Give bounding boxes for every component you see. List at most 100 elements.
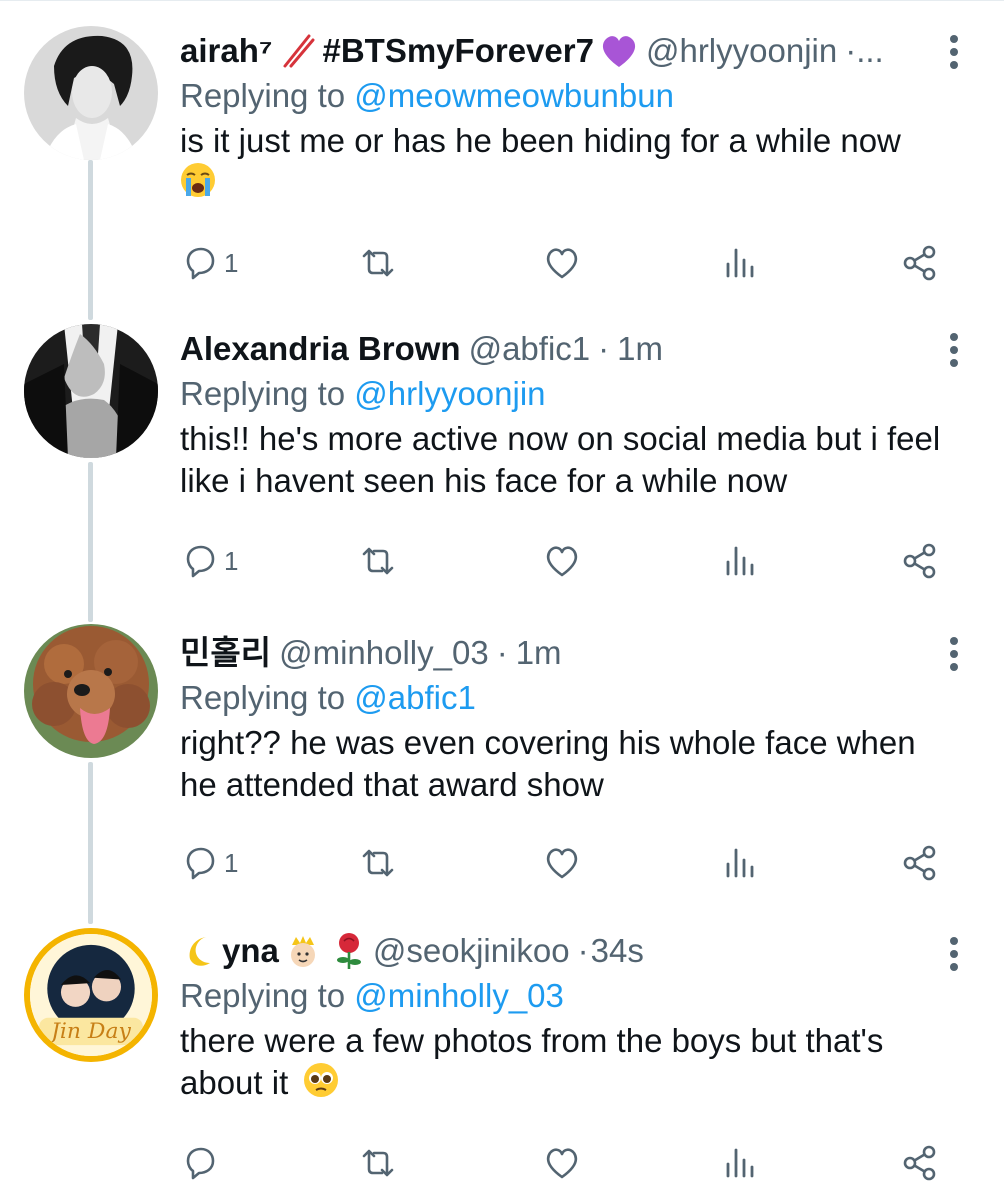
- like-button[interactable]: [542, 238, 582, 288]
- share-button[interactable]: [900, 238, 940, 288]
- tweet-text: this!! he's more active now on social me…: [180, 420, 941, 499]
- reply-count: 1: [224, 847, 239, 878]
- display-name[interactable]: airah⁷: [180, 28, 273, 74]
- heart-icon: [546, 1148, 578, 1179]
- tweet[interactable]: Jin Day yna @seokjinikoo · 34s Replying …: [0, 902, 1004, 1200]
- replying-to: Replying to @hrlyyoonjin: [180, 372, 949, 416]
- tweet-actions: [180, 1138, 970, 1188]
- replying-prefix: Replying to: [180, 977, 346, 1014]
- display-name[interactable]: yna: [222, 928, 279, 974]
- display-name-hashtag: #BTSmyForever7: [322, 32, 594, 69]
- tweet-actions: 1: [180, 238, 970, 288]
- like-button[interactable]: [542, 536, 582, 586]
- reply-button[interactable]: 1: [180, 838, 238, 888]
- crescent-moon-icon: [180, 933, 216, 969]
- display-name[interactable]: 민홀리: [180, 630, 271, 676]
- analytics-button[interactable]: [720, 536, 760, 586]
- heart-icon: [546, 848, 578, 879]
- reply-button[interactable]: 1: [180, 238, 238, 288]
- tweet-header: Alexandria Brown @abfic1 · 1m: [180, 326, 949, 372]
- retweet-icon: [362, 547, 394, 575]
- share-icon: [903, 245, 936, 281]
- retweet-icon: [362, 849, 394, 877]
- reply-count: 1: [224, 247, 239, 278]
- replying-to: Replying to @meowmeowbunbun: [180, 74, 949, 118]
- tweet-header: yna @seokjinikoo · 34s: [180, 928, 949, 974]
- separator-dot: ·: [496, 634, 508, 671]
- share-icon: [903, 543, 936, 579]
- replying-to-mention[interactable]: @minholly_03: [354, 977, 564, 1014]
- handle[interactable]: @hrlyyoonjin: [646, 28, 837, 74]
- tweet[interactable]: 민홀리 @minholly_03 · 1m Replying to @abfic…: [0, 600, 1004, 902]
- more-options-button[interactable]: [942, 634, 966, 674]
- more-options-button[interactable]: [942, 330, 966, 370]
- tweet[interactable]: Alexandria Brown @abfic1 · 1m Replying t…: [0, 300, 1004, 600]
- tweet-header: 민홀리 @minholly_03 · 1m: [180, 630, 949, 676]
- more-options-button[interactable]: [942, 32, 966, 72]
- tweet-actions: 1: [180, 536, 970, 586]
- retweet-button[interactable]: [358, 1138, 398, 1188]
- share-button[interactable]: [900, 1138, 940, 1188]
- tweet-text-body: is it just me or has he been hiding for …: [180, 122, 901, 159]
- reply-count: 1: [224, 545, 239, 576]
- replying-to-mention[interactable]: @hrlyyoonjin: [354, 375, 545, 412]
- separator-dot: ·: [598, 330, 610, 367]
- retweet-button[interactable]: [358, 838, 398, 888]
- avatar-image: [24, 324, 158, 458]
- heart-icon: [546, 248, 578, 279]
- analytics-icon: [726, 1148, 754, 1178]
- more-options-button[interactable]: [942, 934, 966, 974]
- replying-to-mention[interactable]: @meowmeowbunbun: [354, 77, 674, 114]
- like-button[interactable]: [542, 1138, 582, 1188]
- reply-icon: [186, 1147, 215, 1180]
- timestamp: 34s: [590, 932, 644, 969]
- replying-to: Replying to @minholly_03: [180, 974, 949, 1018]
- timestamp: ·...: [845, 32, 884, 69]
- rose-emoji: [333, 932, 365, 970]
- timestamp: 1m: [617, 330, 663, 367]
- analytics-button[interactable]: [720, 238, 760, 288]
- reply-button[interactable]: [180, 1138, 224, 1188]
- analytics-icon: [726, 546, 754, 576]
- replying-prefix: Replying to: [180, 77, 346, 114]
- retweet-icon: [362, 249, 394, 277]
- avatar[interactable]: [24, 324, 158, 458]
- replying-prefix: Replying to: [180, 679, 346, 716]
- replying-prefix: Replying to: [180, 375, 346, 412]
- purple-heart-icon: [600, 33, 638, 69]
- tweet-text-body: there were a few photos from the boys bu…: [180, 1022, 884, 1101]
- reply-button[interactable]: 1: [180, 536, 238, 586]
- separator-dot: ·: [577, 932, 589, 969]
- pleading-face-emoji: [303, 1062, 339, 1108]
- share-button[interactable]: [900, 838, 940, 888]
- like-button[interactable]: [542, 838, 582, 888]
- analytics-button[interactable]: [720, 838, 760, 888]
- reply-icon: [186, 247, 215, 280]
- retweet-icon: [362, 1149, 394, 1177]
- avatar-image: Jin Day: [30, 934, 152, 1056]
- avatar[interactable]: [24, 26, 158, 160]
- tweet[interactable]: airah⁷ #BTSmyForever7 @hrlyyoonjin ·... …: [0, 0, 1004, 300]
- reply-icon: [186, 545, 215, 578]
- avatar[interactable]: Jin Day: [24, 928, 158, 1062]
- crying-face-emoji: [180, 162, 216, 208]
- timestamp: 1m: [515, 634, 562, 671]
- tweet-text: is it just me or has he been hiding for …: [180, 120, 949, 208]
- avatar[interactable]: [24, 624, 158, 758]
- handle[interactable]: @abfic1: [469, 326, 591, 372]
- display-name[interactable]: Alexandria Brown: [180, 326, 461, 372]
- handle[interactable]: @seokjinikoo: [373, 928, 570, 974]
- chopsticks-icon: [279, 32, 317, 70]
- retweet-button[interactable]: [358, 238, 398, 288]
- share-icon: [903, 845, 936, 881]
- analytics-icon: [726, 248, 754, 278]
- retweet-button[interactable]: [358, 536, 398, 586]
- reply-icon: [186, 847, 215, 880]
- handle[interactable]: @minholly_03: [279, 630, 489, 676]
- avatar-text: Jin Day: [47, 1019, 131, 1044]
- replying-to-mention[interactable]: @abfic1: [354, 679, 476, 716]
- avatar-image: [24, 624, 158, 758]
- share-button[interactable]: [900, 536, 940, 586]
- analytics-button[interactable]: [720, 1138, 760, 1188]
- heart-icon: [546, 546, 578, 577]
